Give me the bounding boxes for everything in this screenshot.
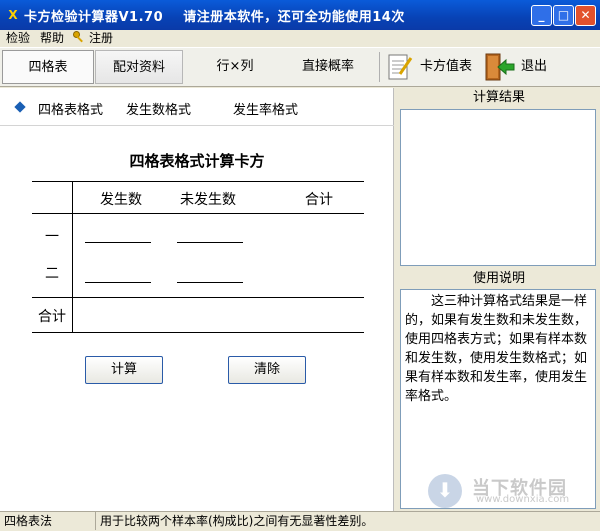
tab-rxc[interactable]: 行×列 [190,50,280,84]
chi-table-button[interactable]: 卡方值表 [416,50,476,84]
status-message: 用于比较两个样本率(构成比)之间有无显著性差别。 [100,514,374,528]
tab-four-table[interactable]: 四格表 [2,50,94,84]
input-row1-occur[interactable] [85,242,151,243]
status-mode: 四格表法 [0,512,96,530]
menu-help[interactable]: 帮助 [40,30,64,46]
close-button[interactable]: ✕ [575,5,596,26]
compute-button[interactable]: 计算 [85,356,163,384]
table-top-line [32,181,364,182]
table-header-line [32,213,364,214]
window-title: 卡方检验计算器V1.70 请注册本软件，还可全功能使用14次 [24,10,405,25]
row-two-label: 二 [45,266,59,282]
table-bottom-line [32,332,364,333]
row-total-label: 合计 [38,309,66,325]
download-logo-icon: ⬇ [428,474,462,508]
key-icon [72,30,86,46]
app-icon: X [8,8,18,22]
exit-button[interactable]: 退出 [516,50,552,84]
input-row1-non-occur[interactable] [177,242,243,243]
watermark-url: www.downxia.com [476,494,570,505]
format-rate[interactable]: 发生率格式 [233,99,298,118]
tab-direct-prob[interactable]: 直接概率 [283,50,373,84]
format-occurrence[interactable]: 发生数格式 [126,99,191,118]
toolbar-separator [379,52,380,82]
usage-header: 使用说明 [398,270,600,288]
tab-paired[interactable]: 配对资料 [95,50,183,84]
menu-check[interactable]: 检验 [6,30,30,46]
calc-title: 四格表格式计算卡方 [129,152,265,170]
result-box[interactable] [400,109,596,266]
col-total-header: 合计 [305,192,333,208]
input-row2-occur[interactable] [85,282,151,283]
maximize-button[interactable]: □ [553,5,574,26]
exit-door-icon[interactable] [484,52,516,82]
table-row-divider [72,181,73,332]
notepad-icon[interactable] [387,52,413,82]
result-header: 计算结果 [398,89,600,107]
row-one-label: 一 [45,229,59,245]
minimize-button[interactable]: _ [531,5,552,26]
clear-button[interactable]: 清除 [228,356,306,384]
table-total-line [32,297,364,298]
menu-register[interactable]: 注册 [89,30,113,46]
col-occur-header: 发生数 [100,192,142,208]
col-non-occur-header: 未发生数 [180,192,236,208]
input-row2-non-occur[interactable] [177,282,243,283]
format-four-table[interactable]: 四格表格式 [38,99,103,118]
